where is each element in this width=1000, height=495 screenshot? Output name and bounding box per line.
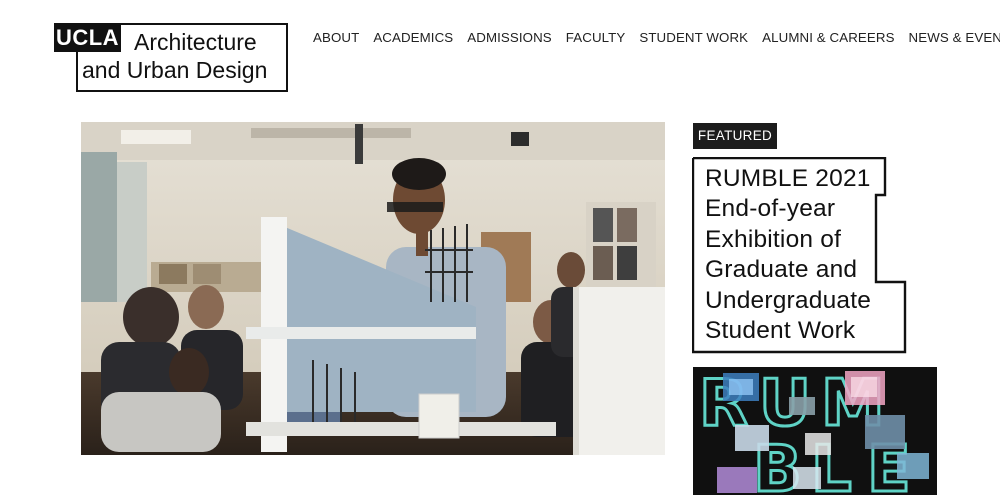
- logo-ucla-badge: UCLA: [54, 23, 121, 52]
- site-logo[interactable]: UCLA Architecture and Urban Design: [54, 23, 288, 92]
- main-nav: ABOUT ACADEMICS ADMISSIONS FACULTY STUDE…: [313, 29, 1000, 47]
- nav-item-alumni-careers[interactable]: ALUMNI & CAREERS: [762, 29, 894, 47]
- featured-title-line: Student Work: [705, 317, 856, 345]
- nav-item-student-work[interactable]: STUDENT WORK: [639, 29, 748, 47]
- hero-photo-illustration: [81, 122, 665, 455]
- featured-label: FEATURED: [693, 123, 777, 149]
- nav-item-news-events[interactable]: NEWS & EVENTS: [909, 29, 1000, 47]
- featured-title-link[interactable]: RUMBLE 2021 End-of-year Exhibition of Gr…: [705, 164, 905, 346]
- featured-title-line: Graduate and: [705, 256, 858, 284]
- rumble-poster-artwork: R U M B L E: [693, 367, 937, 495]
- nav-item-about[interactable]: ABOUT: [313, 29, 359, 47]
- featured-title-line: Undergraduate: [705, 286, 872, 314]
- nav-item-academics[interactable]: ACADEMICS: [373, 29, 453, 47]
- featured-poster-image[interactable]: R U M B L E: [693, 367, 937, 495]
- nav-item-faculty[interactable]: FACULTY: [566, 29, 626, 47]
- logo-title-line-2: and Urban Design: [82, 57, 268, 83]
- hero-photo[interactable]: [81, 122, 665, 455]
- featured-title-line: End-of-year: [705, 195, 836, 223]
- featured-title-line: RUMBLE 2021: [705, 165, 871, 192]
- logo-title-line-1: Architecture: [134, 29, 257, 55]
- nav-item-admissions[interactable]: ADMISSIONS: [467, 29, 552, 47]
- featured-title-line: Exhibition of: [705, 225, 842, 253]
